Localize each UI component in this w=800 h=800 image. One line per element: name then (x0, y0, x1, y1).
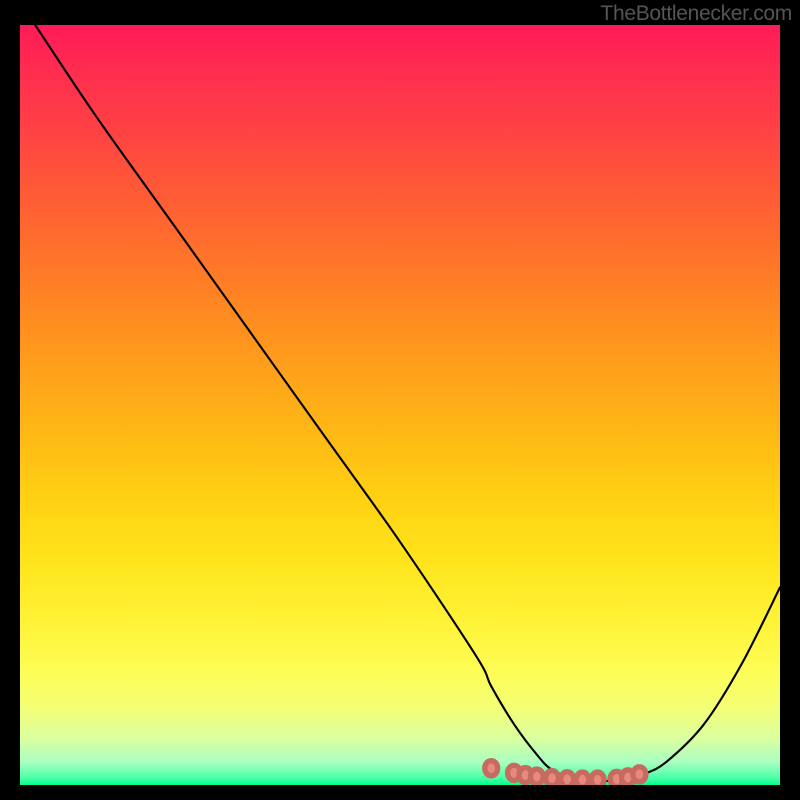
data-marker (633, 767, 646, 782)
bottleneck-curve (35, 25, 780, 781)
marker-group (485, 761, 646, 785)
data-marker (576, 772, 589, 785)
attribution-text: TheBottlenecker.com (600, 2, 792, 26)
data-marker (546, 771, 559, 785)
data-marker (530, 769, 543, 784)
data-marker (561, 772, 574, 785)
data-marker (591, 772, 604, 785)
data-marker (485, 761, 498, 776)
chart-svg (20, 25, 780, 785)
chart-area (20, 25, 780, 785)
